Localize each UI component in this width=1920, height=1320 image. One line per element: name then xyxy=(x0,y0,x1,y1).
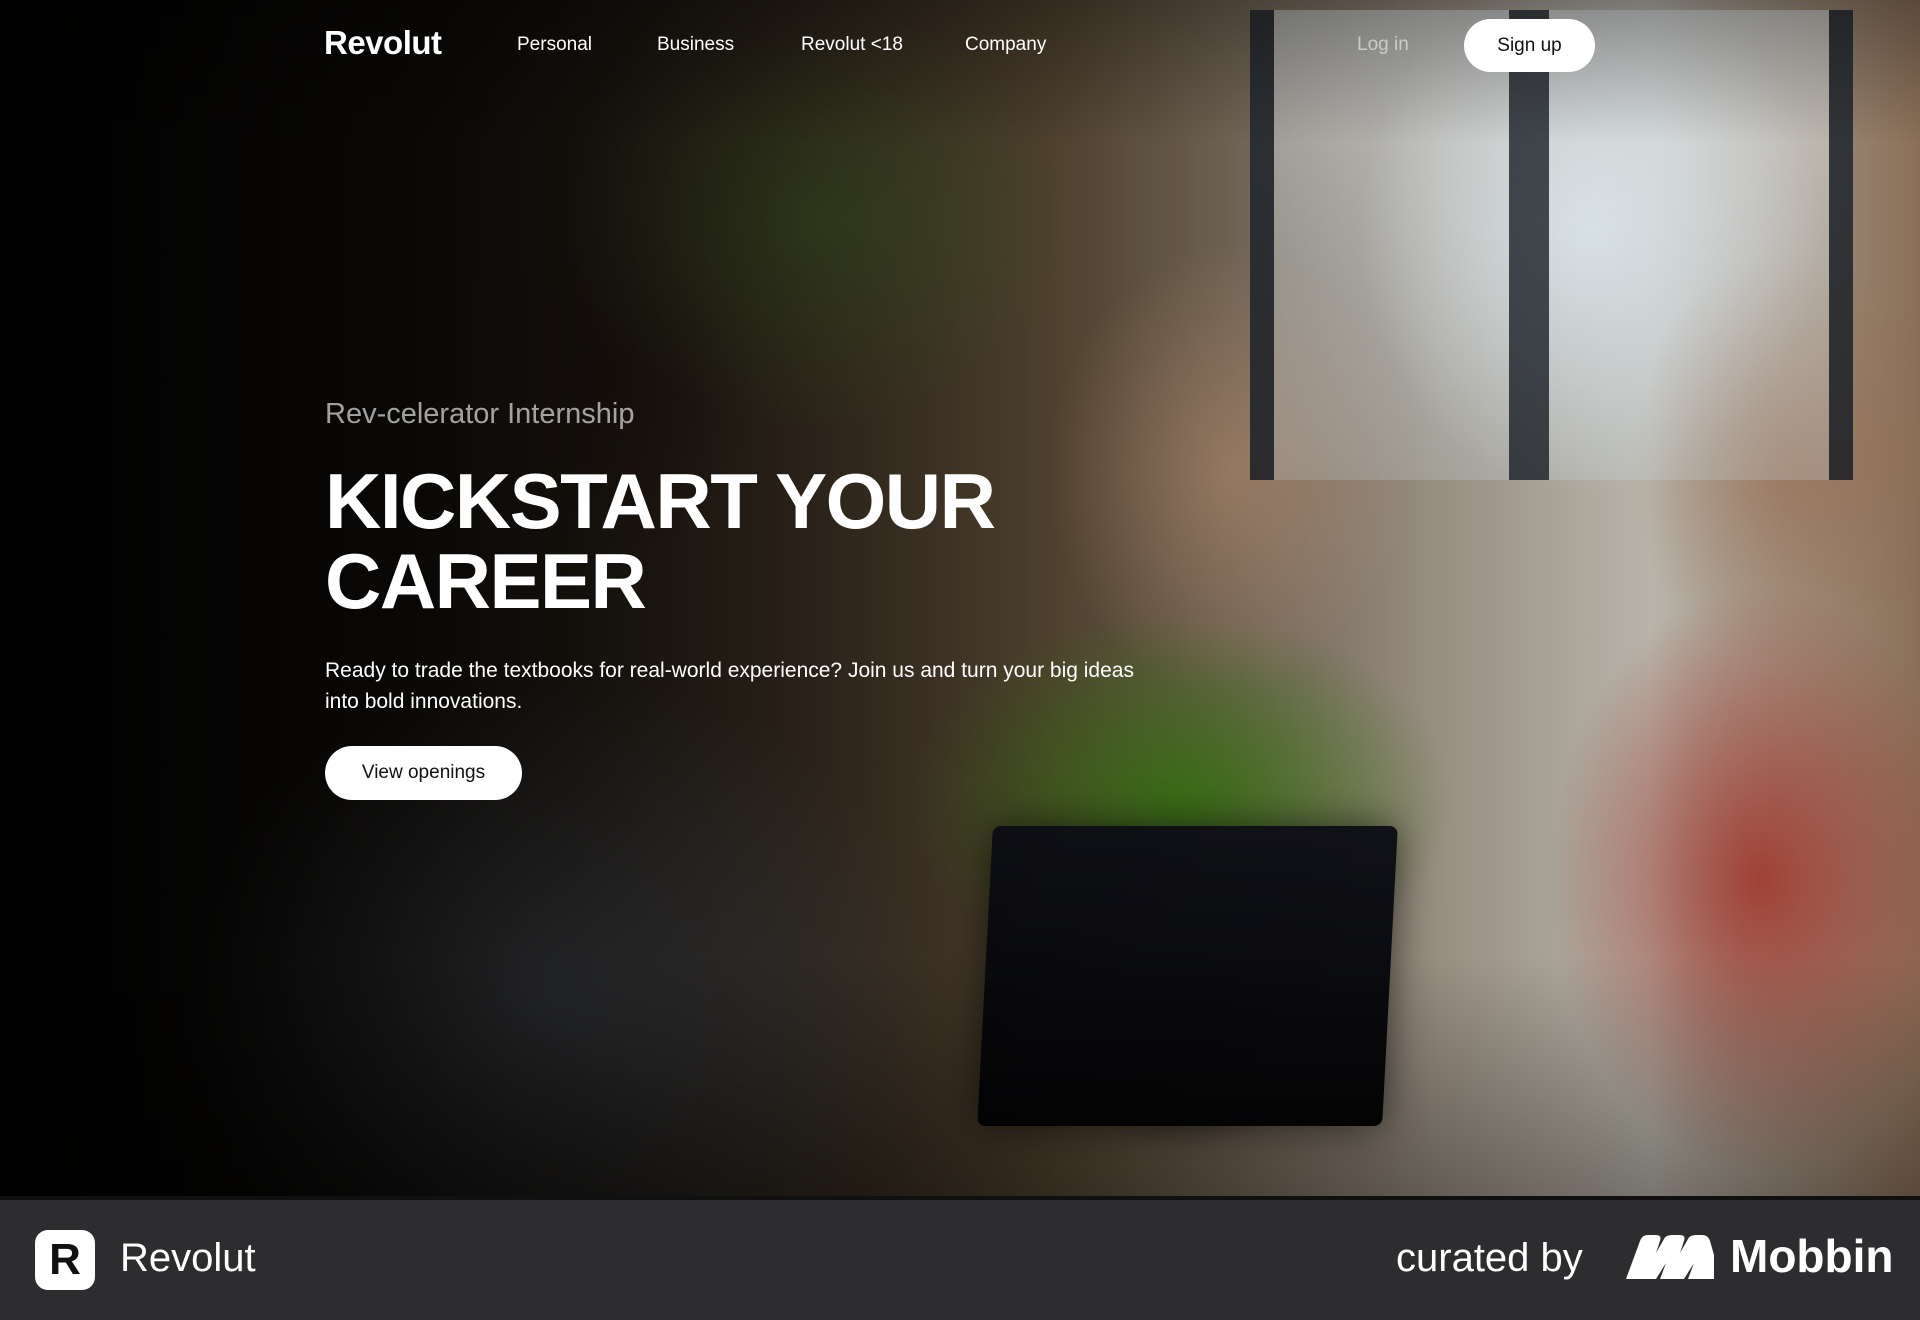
hero-headline: KICKSTART YOUR CAREER xyxy=(325,457,996,625)
login-link[interactable]: Log in xyxy=(1357,34,1409,56)
hero-photo-laptop xyxy=(977,826,1398,1126)
hero-subtext: Ready to trade the textbooks for real-wo… xyxy=(325,659,1134,713)
app-icon-letter: R xyxy=(49,1235,81,1284)
revolut-logo[interactable]: Revolut xyxy=(324,24,442,62)
nav-link-personal[interactable]: Personal xyxy=(517,34,592,56)
revolut-app-icon: R xyxy=(35,1230,95,1290)
mobbin-logo-icon xyxy=(1626,1235,1714,1279)
signup-button[interactable]: Sign up xyxy=(1464,19,1595,72)
top-navigation: Revolut Personal Business Revolut <18 Co… xyxy=(0,0,1920,92)
view-openings-button[interactable]: View openings xyxy=(325,746,522,800)
nav-link-business[interactable]: Business xyxy=(657,34,734,56)
hero-content: Rev-celerator Internship KICKSTART YOUR … xyxy=(325,398,1145,800)
nav-link-revolut-under-18[interactable]: Revolut <18 xyxy=(801,34,903,56)
mobbin-wordmark: Mobbin xyxy=(1730,1230,1894,1282)
hero-eyebrow: Rev-celerator Internship xyxy=(325,398,635,430)
curated-by-label: curated by xyxy=(1396,1236,1583,1280)
nav-link-company[interactable]: Company xyxy=(965,34,1046,56)
app-name: Revolut xyxy=(120,1236,256,1280)
brand-bar: R Revolut curated by Mobbin xyxy=(0,1196,1920,1320)
